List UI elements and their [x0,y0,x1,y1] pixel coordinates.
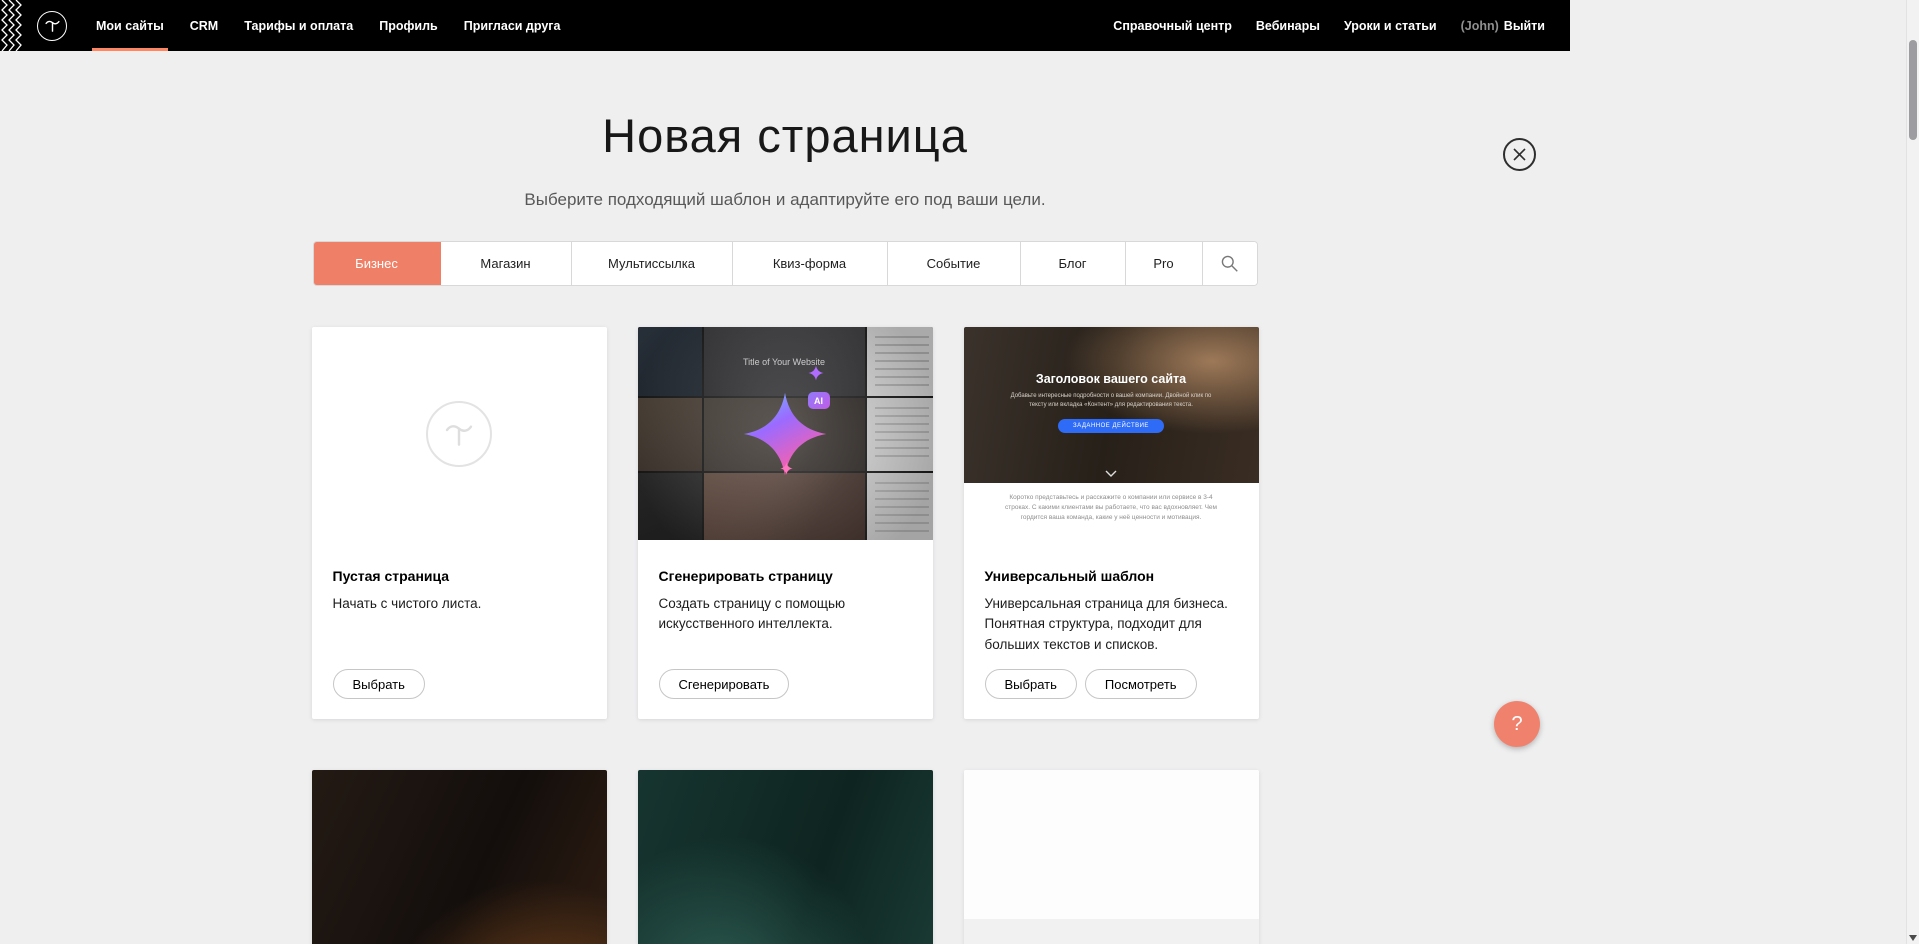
thumbnail-subheading: Добавьте интересные подробности о вашей … [1002,392,1220,411]
nav-item-invite-friend[interactable]: Пригласи друга [451,0,574,51]
nav-item-lessons[interactable]: Уроки и статьи [1332,19,1449,33]
template-preview-image[interactable] [638,770,933,944]
nav-item-webinars[interactable]: Вебинары [1244,19,1332,33]
nav-item-pricing[interactable]: Тарифы и оплата [231,0,366,51]
ai-sparkle-small-icon [780,462,793,475]
nav-item-help-center[interactable]: Справочный центр [1101,19,1244,33]
generate-button[interactable]: Сгенерировать [659,669,790,699]
ai-badge: AI [808,392,830,409]
template-card-partial [638,770,933,944]
tab-pro[interactable]: Pro [1126,242,1203,285]
card-actions: Выбрать Посмотреть [985,669,1238,699]
thumbnail-body: Коротко представьтесь и расскажите о ком… [964,483,1259,540]
question-mark-icon: ? [1511,713,1522,736]
app-window: Мои сайты CRM Тарифы и оплата Профиль Пр… [0,0,1570,944]
tab-quiz-form[interactable]: Квиз-форма [733,242,888,285]
scrollbar-arrow-down-icon[interactable] [1909,935,1917,941]
universal-template-preview[interactable]: Заголовок вашего сайта Добавьте интересн… [964,327,1259,540]
category-tabs: Бизнес Магазин Мультиссылка Квиз-форма С… [313,241,1258,286]
templates-grid: Пустая страница Начать с чистого листа. … [312,327,1259,944]
search-icon [1220,254,1239,273]
new-page-modal: Новая страница Выберите подходящий шабло… [0,108,1570,944]
card-actions: Сгенерировать [659,669,912,699]
card-actions: Выбрать [333,669,586,699]
tab-event[interactable]: Событие [888,242,1021,285]
thumbnail-heading: Заголовок вашего сайта [964,327,1259,386]
close-button[interactable] [1503,138,1536,171]
card-title: Универсальный шаблон [985,568,1238,584]
main-nav: Мои сайты CRM Тарифы и оплата Профиль Пр… [83,0,573,51]
template-card-universal: Заголовок вашего сайта Добавьте интересн… [964,327,1259,719]
page-title: Новая страница [0,108,1570,163]
template-preview-image[interactable] [312,770,607,944]
user-box: (John) Выйти [1449,19,1545,33]
template-preview-image[interactable] [964,770,1259,944]
card-description: Создать страницу с помощью искусственног… [659,594,912,635]
thumbnail-hero: Заголовок вашего сайта Добавьте интересн… [964,327,1259,483]
tilda-watermark [426,401,492,467]
thumbnail-cta-button: ЗАДАННОЕ ДЕЙСТВИЕ [1058,419,1164,433]
close-icon [1513,148,1526,161]
zigzag-decoration [0,0,22,51]
card-body: Сгенерировать страницу Создать страницу … [638,540,933,719]
scrollbar[interactable] [1906,0,1919,944]
user-name: (John) [1461,19,1499,33]
chevron-down-icon [1105,470,1117,478]
tab-business[interactable]: Бизнес [314,242,441,285]
select-button[interactable]: Выбрать [333,669,425,699]
template-thumbnail: Заголовок вашего сайта Добавьте интересн… [964,327,1259,540]
right-nav: Справочный центр Вебинары Уроки и статьи… [1101,0,1570,51]
template-card-blank: Пустая страница Начать с чистого листа. … [312,327,607,719]
tab-multilink[interactable]: Мультиссылка [572,242,733,285]
card-body: Пустая страница Начать с чистого листа. … [312,540,607,719]
blank-template-preview[interactable] [312,327,607,540]
nav-item-my-sites[interactable]: Мои сайты [83,0,177,51]
template-card-partial [964,770,1259,944]
template-card-ai: Title of Your Website [638,327,933,719]
card-description: Универсальная страница для бизнеса. Поня… [985,594,1238,655]
logout-link[interactable]: Выйти [1504,19,1545,33]
thumbnail-body-text: Коротко представьтесь и расскажите о ком… [1004,493,1218,523]
nav-item-crm[interactable]: CRM [177,0,231,51]
tilda-logo[interactable] [37,11,67,41]
card-title: Пустая страница [333,568,586,584]
scrollbar-thumb[interactable] [1909,40,1917,140]
tab-search[interactable] [1203,242,1257,285]
tab-shop[interactable]: Магазин [441,242,572,285]
card-description: Начать с чистого листа. [333,594,586,614]
help-button[interactable]: ? [1494,701,1540,747]
tilda-watermark-icon [443,418,475,450]
page-subtitle: Выберите подходящий шаблон и адаптируйте… [0,190,1570,210]
nav-item-profile[interactable]: Профиль [366,0,451,51]
card-body: Универсальный шаблон Универсальная стран… [964,540,1259,719]
ai-sparkle-small-icon [808,365,824,381]
view-button[interactable]: Посмотреть [1085,669,1197,699]
tab-blog[interactable]: Блог [1021,242,1126,285]
tilda-logo-icon [44,17,61,34]
ai-collage-preview[interactable]: Title of Your Website [638,327,933,540]
card-title: Сгенерировать страницу [659,568,912,584]
select-button[interactable]: Выбрать [985,669,1077,699]
template-card-partial [312,770,607,944]
topbar: Мои сайты CRM Тарифы и оплата Профиль Пр… [0,0,1570,51]
